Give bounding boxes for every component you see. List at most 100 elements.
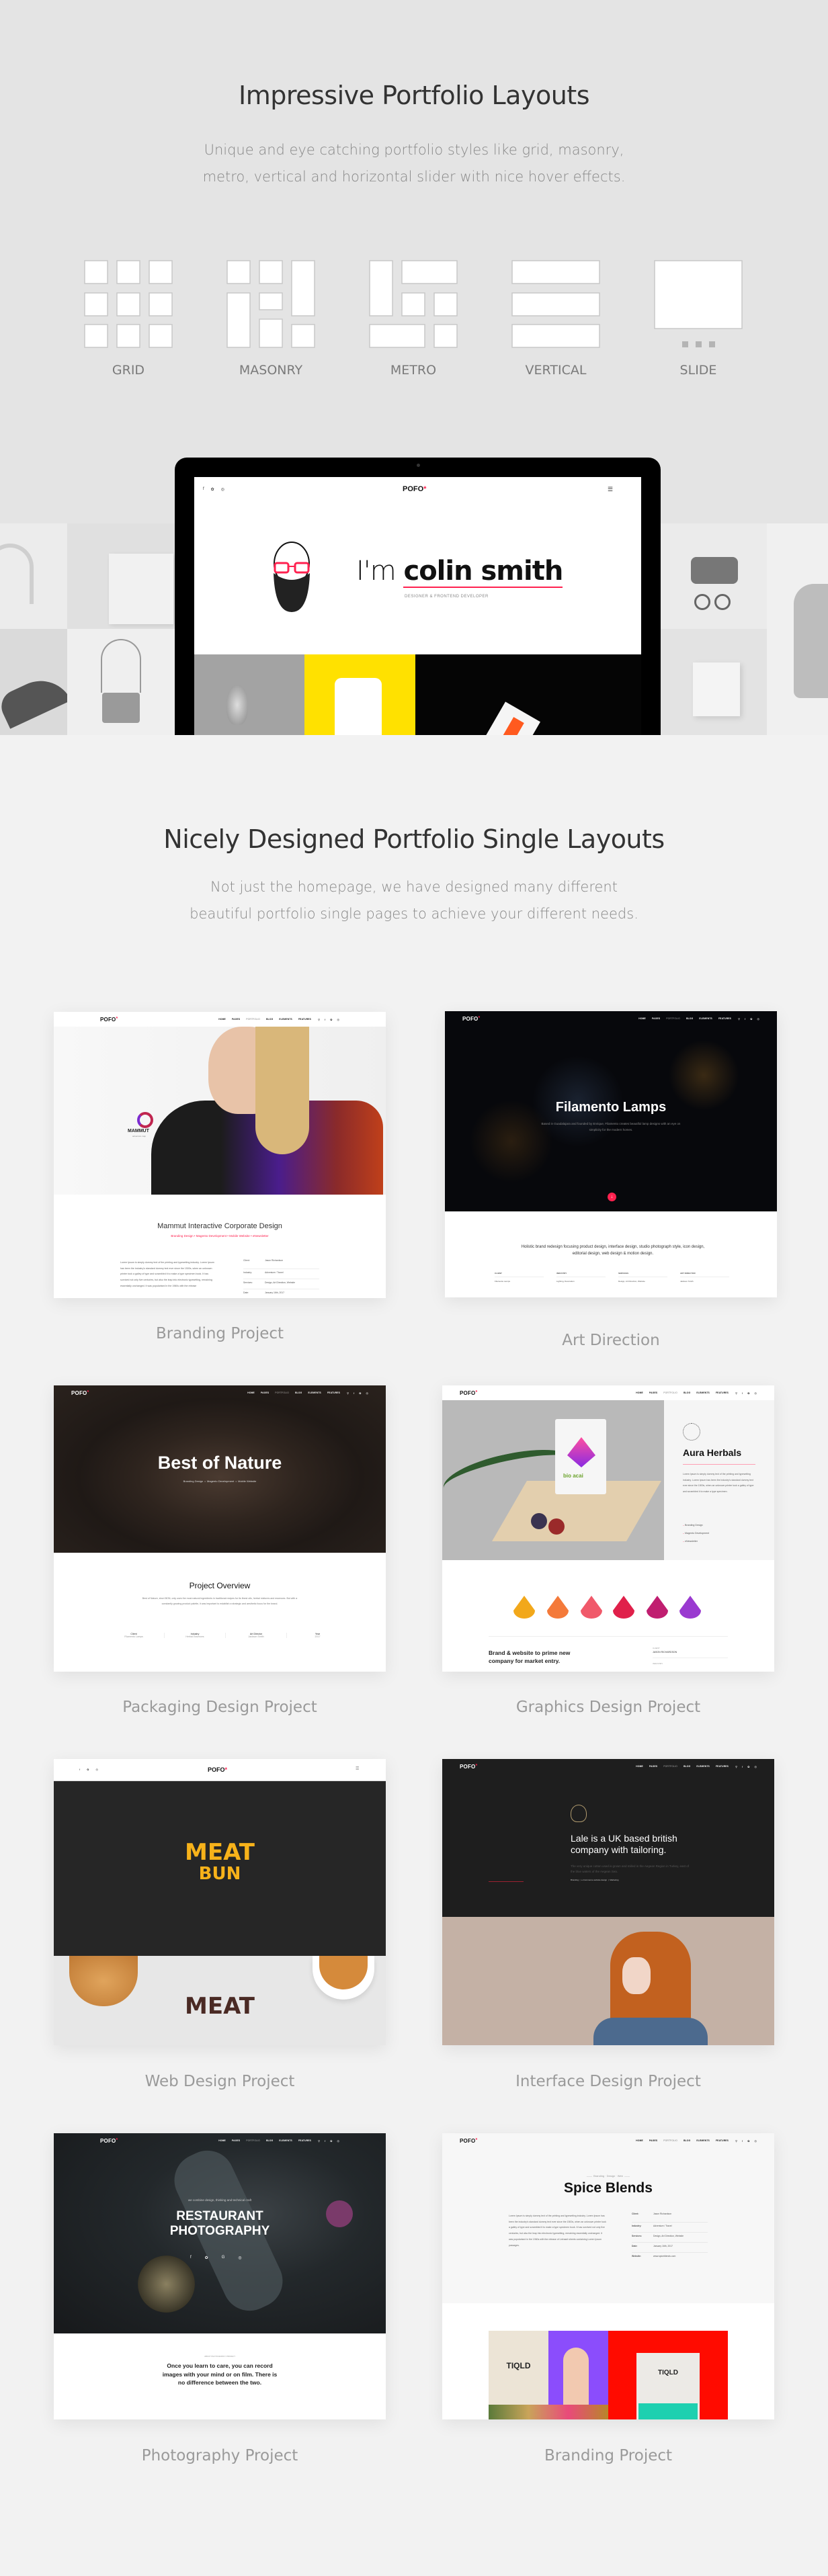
instagram-icon[interactable]: ◎ (337, 2139, 340, 2143)
nav-item-portfolio[interactable]: PORTFOLIO (663, 2139, 677, 2142)
nav-item-pages[interactable]: PAGES (649, 1765, 657, 1768)
facebook-icon[interactable]: f (742, 1765, 743, 1768)
search-icon[interactable]: ⚲ (318, 2139, 320, 2143)
search-icon[interactable]: ⚲ (738, 1017, 740, 1021)
search-icon[interactable]: ⚲ (347, 1391, 349, 1395)
facebook-icon[interactable]: f (203, 487, 204, 492)
branding-project-2-label[interactable]: Branding Project (442, 2447, 774, 2464)
search-icon[interactable]: ⚲ (318, 1018, 320, 1021)
pofo-logo[interactable]: POFO* (403, 485, 426, 493)
nav-item-portfolio[interactable]: PORTFOLIO (246, 1018, 260, 1021)
nav-item-blog[interactable]: BLOG (684, 1765, 690, 1768)
search-icon[interactable]: ⚲ (735, 2139, 737, 2143)
nav-item-home[interactable]: HOME (636, 1765, 643, 1768)
twitter-icon[interactable]: ✿ (747, 1765, 749, 1768)
nav-item-portfolio[interactable]: PORTFOLIO (666, 1017, 680, 1020)
nav-item-home[interactable]: HOME (247, 1391, 255, 1394)
nav-item-portfolio[interactable]: PORTFOLIO (663, 1765, 677, 1768)
nav-item-portfolio[interactable]: PORTFOLIO (246, 2139, 260, 2142)
nav-item-pages[interactable]: PAGES (232, 2139, 240, 2142)
nav-item-blog[interactable]: BLOG (266, 2139, 273, 2142)
nav-item-portfolio[interactable]: PORTFOLIO (275, 1391, 289, 1394)
tshirt-tile[interactable] (304, 654, 415, 735)
web-design-card[interactable]: f ✿ ◎ POFO* ☰ MEAT BUN MEAT (54, 1759, 386, 2045)
twitter-icon[interactable]: ✿ (747, 1391, 749, 1395)
instagram-icon[interactable]: ◎ (755, 1391, 757, 1395)
nav-item-elements[interactable]: ELEMENTS (696, 1391, 710, 1394)
nav-item-elements[interactable]: ELEMENTS (308, 1391, 321, 1394)
twitter-icon[interactable]: ✿ (750, 1017, 752, 1021)
nav-item-home[interactable]: HOME (636, 2139, 643, 2142)
twitter-icon[interactable]: ✿ (205, 2256, 208, 2260)
graphics-design-card[interactable]: POFO* HOME PAGES PORTFOLIO BLOG ELEMENTS… (442, 1385, 774, 1672)
nav-item-elements[interactable]: ELEMENTS (279, 2139, 292, 2142)
facebook-icon[interactable]: f (742, 2139, 743, 2143)
packaging-design-label[interactable]: Packaging Design Project (54, 1699, 386, 1716)
pofo-logo[interactable]: POFO* (460, 2138, 477, 2144)
nav-item-features[interactable]: FEATURES (716, 2139, 729, 2142)
twitter-icon[interactable]: ✿ (87, 1768, 89, 1771)
branding-project-card[interactable]: POFO* HOME PAGES PORTFOLIO BLOG ELEMENTS… (54, 1012, 386, 1298)
twitter-icon[interactable]: ✿ (747, 2139, 749, 2143)
nav-item-home[interactable]: HOME (218, 2139, 226, 2142)
instagram-icon[interactable]: ◎ (337, 1018, 340, 1021)
instagram-icon[interactable]: ◎ (755, 1765, 757, 1768)
pofo-logo[interactable]: POFO* (100, 1017, 118, 1023)
photography-project-label[interactable]: Photography Project (54, 2447, 386, 2464)
twitter-icon[interactable]: ✿ (330, 1018, 332, 1021)
facebook-icon[interactable]: f (190, 2256, 192, 2260)
instagram-icon[interactable]: ◎ (221, 487, 224, 492)
nav-item-pages[interactable]: PAGES (649, 2139, 657, 2142)
web-design-label[interactable]: Web Design Project (54, 2073, 386, 2090)
pofo-logo[interactable]: POFO* (460, 1764, 477, 1770)
nav-item-elements[interactable]: ELEMENTS (696, 2139, 710, 2142)
nav-item-home[interactable]: HOME (636, 1391, 643, 1394)
nav-item-elements[interactable]: ELEMENTS (279, 1018, 292, 1021)
nav-item-features[interactable]: FEATURES (298, 2139, 311, 2142)
twitter-icon[interactable]: ✿ (359, 1391, 361, 1395)
search-icon[interactable]: ⚲ (735, 1765, 737, 1768)
instagram-icon[interactable]: ◎ (95, 1768, 98, 1771)
nav-item-features[interactable]: FEATURES (718, 1017, 731, 1020)
dribbble-icon[interactable]: ◎ (238, 2256, 241, 2260)
nav-item-home[interactable]: HOME (218, 1018, 226, 1021)
spice-blends-card[interactable]: POFO* HOME PAGES PORTFOLIO BLOG ELEMENTS… (442, 2133, 774, 2419)
art-direction-label[interactable]: Art Direction (445, 1332, 777, 1349)
pofo-logo[interactable]: POFO* (460, 1390, 477, 1396)
masonry-layout-icon[interactable] (226, 260, 315, 348)
twitter-icon[interactable]: ✿ (211, 487, 214, 492)
hamburger-menu-icon[interactable]: ☰ (356, 1766, 359, 1771)
nav-item-home[interactable]: HOME (638, 1017, 646, 1020)
nav-item-pages[interactable]: PAGES (649, 1391, 657, 1394)
nav-item-blog[interactable]: BLOG (684, 2139, 690, 2142)
interface-design-label[interactable]: Interface Design Project (442, 2073, 774, 2090)
interface-design-card[interactable]: POFO* HOME PAGES PORTFOLIO BLOG ELEMENTS… (442, 1759, 774, 2045)
nav-item-elements[interactable]: ELEMENTS (696, 1765, 710, 1768)
instagram-icon[interactable]: ◎ (366, 1391, 369, 1395)
pofo-logo[interactable]: POFO* (208, 1766, 227, 1773)
poster-tile[interactable] (415, 654, 641, 735)
scroll-down-button[interactable]: ↓ (608, 1193, 616, 1201)
facebook-icon[interactable]: f (79, 1768, 80, 1771)
nav-item-pages[interactable]: PAGES (652, 1017, 660, 1020)
nav-item-portfolio[interactable]: PORTFOLIO (663, 1391, 677, 1394)
nav-item-features[interactable]: FEATURES (298, 1018, 311, 1021)
pofo-logo[interactable]: POFO* (462, 1016, 480, 1022)
nav-item-blog[interactable]: BLOG (295, 1391, 302, 1394)
hamburger-menu-icon[interactable]: ☰ (608, 486, 613, 493)
pofo-logo[interactable]: POFO* (71, 1390, 89, 1396)
photography-project-card[interactable]: POFO* HOME PAGES PORTFOLIO BLOG ELEMENTS… (54, 2133, 386, 2419)
nav-item-pages[interactable]: PAGES (232, 1018, 240, 1021)
instagram-icon[interactable]: ◎ (755, 2139, 757, 2143)
lightbulb-tile[interactable] (194, 654, 304, 735)
nav-item-blog[interactable]: BLOG (266, 1018, 273, 1021)
vertical-layout-icon[interactable] (511, 260, 600, 348)
nav-item-blog[interactable]: BLOG (684, 1391, 690, 1394)
nav-item-features[interactable]: FEATURES (716, 1765, 729, 1768)
nav-item-pages[interactable]: PAGES (261, 1391, 269, 1394)
metro-layout-icon[interactable] (369, 260, 458, 348)
pofo-logo[interactable]: POFO* (100, 2138, 118, 2144)
art-direction-card[interactable]: POFO* HOME PAGES PORTFOLIO BLOG ELEMENTS… (445, 1011, 777, 1297)
nav-item-features[interactable]: FEATURES (327, 1391, 340, 1394)
branding-project-label[interactable]: Branding Project (54, 1325, 386, 1342)
